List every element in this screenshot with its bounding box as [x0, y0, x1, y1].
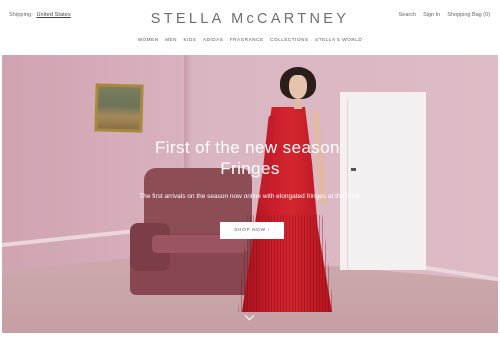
search-link[interactable]: Search [399, 12, 416, 18]
nav-item-stellas-world[interactable]: STELLA'S WORLD [315, 37, 362, 42]
shop-now-button[interactable]: SHOP NOW › [220, 222, 284, 239]
nav-item-women[interactable]: WOMEN [138, 37, 159, 42]
hero-title-line-1: First of the new season: [154, 138, 346, 157]
nav-item-collections[interactable]: COLLECTIONS [270, 37, 308, 42]
hero-copy: First of the new season: Fringes The fir… [2, 137, 498, 203]
main-nav: WOMEN MEN KIDS ADIDAS FRAGRANCE COLLECTI… [0, 37, 500, 42]
hero-title-line-2: Fringes [220, 159, 280, 178]
nav-item-men[interactable]: MEN [165, 37, 177, 42]
nav-item-adidas[interactable]: ADIDAS [203, 37, 223, 42]
page-bottom-strip [0, 333, 500, 358]
hero-framed-painting [94, 83, 144, 133]
shopping-bag-link[interactable]: Shopping Bag (0) [447, 12, 490, 18]
site-header: Shipping: United States STELLA McCARTNEY… [0, 0, 500, 54]
nav-item-fragrance[interactable]: FRAGRANCE [230, 37, 264, 42]
hero-banner[interactable]: First of the new season: Fringes The fir… [2, 55, 498, 333]
hero-subtitle: The first arrivals on the season now onl… [139, 193, 361, 200]
hero-title: First of the new season: Fringes [2, 137, 498, 179]
utility-links: Search Sign In Shopping Bag (0) [399, 12, 490, 18]
hero-model-face [289, 75, 307, 99]
nav-item-kids[interactable]: KIDS [184, 37, 197, 42]
sign-in-link[interactable]: Sign In [423, 12, 440, 18]
